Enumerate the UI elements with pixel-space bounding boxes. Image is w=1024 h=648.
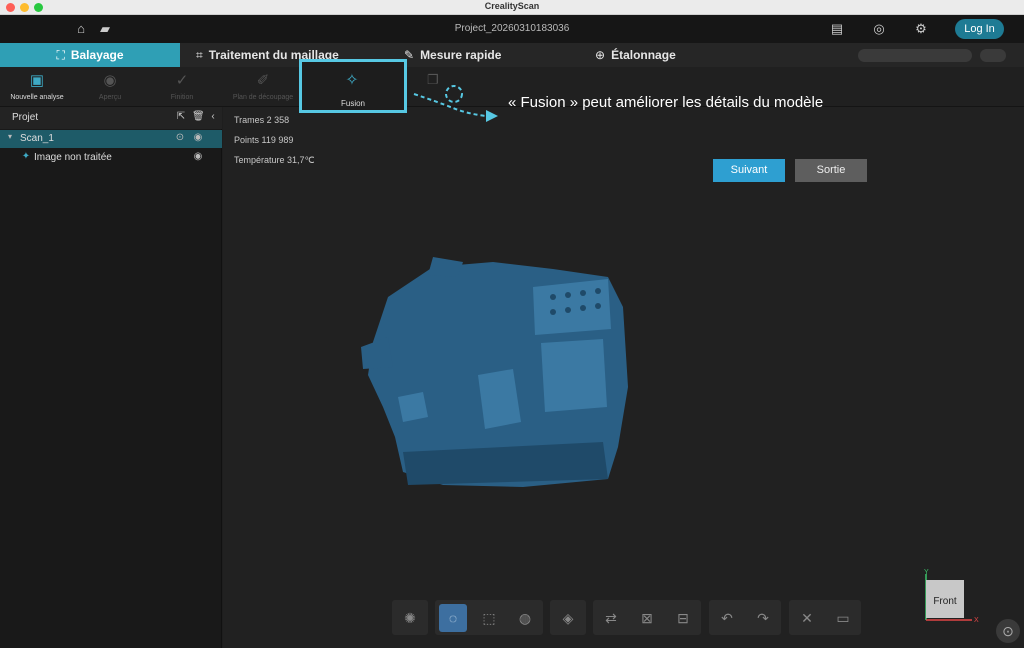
tutorial-hint: « Fusion » peut améliorer les détails du… [508,94,824,111]
tool-label: Plan de découpage [232,94,294,101]
tool-label: Aperçu [98,94,122,101]
fusion-highlight: ✧ Fusion [299,59,407,113]
bottom-group-2: ◌ ⬚ ◍ [435,600,543,635]
eye-icon: ◉ [103,72,117,89]
scan-frame-icon: ⛶ [56,48,65,62]
play-icon[interactable]: ⊙ [174,132,186,146]
scan-stats: Trames 2 358 Points 119 989 Température … [234,115,315,175]
cancel-icon[interactable]: ✕ [793,604,821,632]
fusion-button[interactable]: ✧ Fusion [302,62,404,110]
visibility-eye-icon[interactable]: ◉ [192,132,204,146]
mode-pill-small [980,49,1006,62]
clear-selection-icon[interactable]: ⊠ [633,604,661,632]
fusion-label: Fusion [340,99,365,108]
window-titlebar: CrealityScan [0,0,1024,15]
tab-label: Balayage [70,48,124,62]
scan-name: Scan_1 [20,133,54,144]
scan-mesh [361,257,628,487]
tab-mesure-rapide[interactable]: ✎ Mesure rapide [404,43,501,67]
recenter-icon[interactable]: ⊙ [996,619,1020,643]
settings-icon[interactable]: ⚙ [913,21,929,37]
points-count: Points 119 989 [234,135,294,145]
save-icon[interactable]: ▭ [829,604,857,632]
window-title: CrealityScan [484,1,540,11]
redo-icon[interactable]: ↷ [749,604,777,632]
bottom-group-5: ↶ ↷ [709,600,781,635]
eraser-icon: ✐ [256,72,270,89]
raw-image-label: Image non traitée [34,152,112,163]
new-file-icon: ▣ [29,72,45,89]
invert-selection-icon[interactable]: ⇄ [597,604,625,632]
notes-icon[interactable]: ▤ [829,21,845,37]
expand-arrow-icon[interactable]: ▾ [4,132,16,146]
login-button[interactable]: Log In [955,19,1004,39]
undo-icon[interactable]: ↶ [713,604,741,632]
export-icon[interactable]: ⇱ [175,111,187,125]
trash-icon[interactable]: 🗑 [192,111,205,125]
callout-arrow [413,85,498,122]
next-button[interactable]: Suivant [713,159,785,182]
tab-label: Mesure rapide [420,48,502,62]
headset-icon[interactable]: ◎ [871,21,887,37]
globe-select-icon[interactable]: ◍ [511,604,539,632]
axis-label: X [974,617,979,623]
collapse-left-icon[interactable]: ‹ [207,111,219,125]
image-icon: ✦ [21,151,31,162]
frames-count: Trames 2 358 [234,115,290,125]
tab-label: Étalonnage [611,48,676,62]
cutting-plane-button[interactable]: ✐ Plan de découpage [228,72,298,106]
finish-button[interactable]: ✓ Finition [147,72,217,106]
bottom-group-1: ✺ [392,600,428,635]
mode-pill [858,49,972,62]
magic-wand-icon: ✧ [345,72,359,89]
project-panel: Projet ⇱ 🗑 ‹ ▾ Scan_1 ⊙ ◉ ✦ Image non tr… [0,107,222,648]
temperature-readout: Température 31,7℃ [234,155,315,165]
tab-etalonnage[interactable]: ⊕ Étalonnage [595,43,676,67]
bottom-group-6: ✕ ▭ [789,600,861,635]
bottom-group-4: ⇄ ⊠ ⊟ [593,600,701,635]
tab-balayage[interactable]: ⛶ Balayage [0,43,180,67]
crop-icon: ⌗ [196,48,203,62]
preview-button[interactable]: ◉ Aperçu [75,72,145,106]
app-bar: ⌂ ▰ Project_20260310183036 ▤ ◎ ⚙ Log In [0,15,1024,43]
rect-select-icon[interactable]: ⬚ [475,604,503,632]
bottom-group-3: ◈ [550,600,586,635]
exit-button[interactable]: Sortie [795,159,867,182]
axis-label: Y [924,569,929,576]
layers-cube-icon[interactable]: ◈ [554,604,582,632]
main-tabs: ⛶ Balayage ⌗ Traitement du maillage ✎ Mesur… [0,43,1024,67]
tool-label: Finition [170,94,194,101]
tree-item-raw-image[interactable]: ✦ Image non traitée ◉ [0,149,222,167]
new-scan-button[interactable]: ▣ Nouvelle analyse [2,72,72,106]
visibility-eye-icon[interactable]: ◉ [192,151,204,165]
delete-selection-icon[interactable]: ⊟ [669,604,697,632]
project-panel-title: Projet [12,112,39,123]
3d-viewport[interactable]: ✺ ◌ ⬚ ◍ ◈ ⇄ ⊠ ⊟ ↶ ↷ ✕ ▭ [223,107,1024,648]
lasso-select-icon[interactable]: ◌ [439,604,467,632]
tool-label: Nouvelle analyse [10,94,64,101]
check-icon: ✓ [175,72,189,89]
tree-item-scan[interactable]: ▾ Scan_1 ⊙ ◉ [0,130,222,148]
view-cube-front[interactable]: Front [926,580,964,618]
project-panel-header: Projet ⇱ 🗑 ‹ [0,107,222,129]
lighting-icon[interactable]: ✺ [396,604,424,632]
target-icon: ⊕ [595,48,606,62]
